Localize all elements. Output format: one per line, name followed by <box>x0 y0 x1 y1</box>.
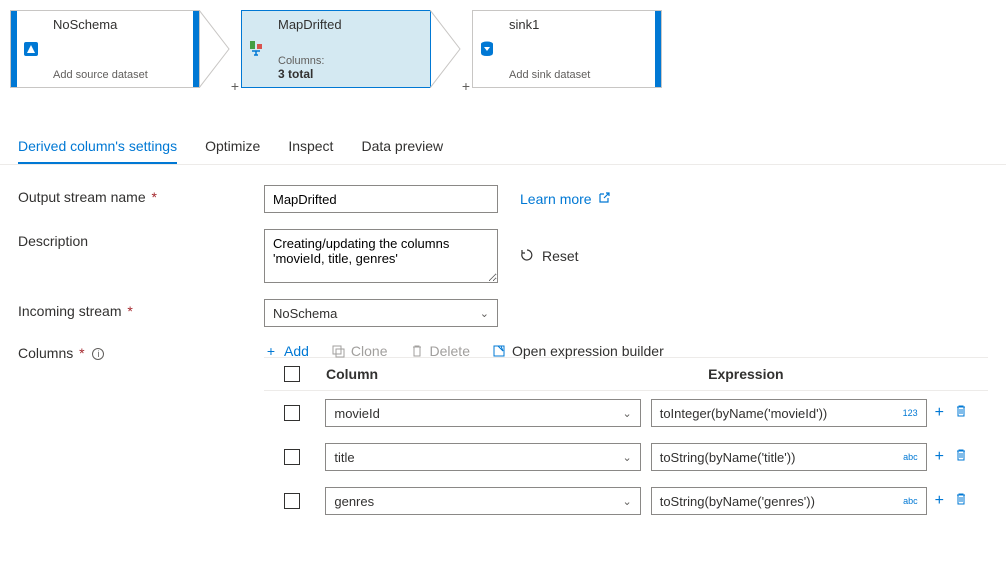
row-checkbox[interactable] <box>284 405 300 421</box>
plus-icon: + <box>264 344 278 358</box>
open-expression-builder-button[interactable]: Open expression builder <box>492 343 664 359</box>
node-sub-value: 3 total <box>278 67 422 81</box>
table-header: Column Expression <box>264 357 988 391</box>
type-badge: 123 <box>903 408 918 418</box>
incoming-stream-select[interactable]: NoSchema ⌄ <box>264 299 498 327</box>
output-stream-input[interactable] <box>264 185 498 213</box>
table-row: genres⌄ toString(byName('genres'))abc + <box>264 479 988 523</box>
columns-table: Column Expression movieId⌄ toInteger(byN… <box>264 357 988 523</box>
column-name-input[interactable]: movieId⌄ <box>325 399 640 427</box>
add-step-button[interactable]: + <box>231 78 239 94</box>
settings-form: Output stream name * Learn more Descript… <box>0 165 1006 543</box>
expression-builder-icon <box>492 344 506 358</box>
chevron-down-icon: ⌄ <box>480 307 489 320</box>
delete-row-button[interactable] <box>954 448 968 467</box>
tab-preview[interactable]: Data preview <box>361 128 443 164</box>
node-subtitle: Add source dataset <box>53 69 185 81</box>
derived-column-icon <box>242 11 270 87</box>
info-icon[interactable]: i <box>92 348 104 360</box>
description-label: Description <box>18 229 264 249</box>
node-title: NoSchema <box>53 17 185 32</box>
expression-input[interactable]: toString(byName('title'))abc <box>651 443 927 471</box>
table-row: title⌄ toString(byName('title'))abc + <box>264 435 988 479</box>
expression-input[interactable]: toInteger(byName('movieId'))123 <box>651 399 927 427</box>
settings-tabs: Derived column's settings Optimize Inspe… <box>0 128 1006 165</box>
node-title: sink1 <box>509 17 647 32</box>
row-checkbox[interactable] <box>284 449 300 465</box>
table-row: movieId⌄ toInteger(byName('movieId'))123… <box>264 391 988 435</box>
columns-label: Columns * i <box>18 341 264 361</box>
column-header-expression: Expression <box>708 366 783 382</box>
sink-icon <box>473 11 501 87</box>
column-name-input[interactable]: title⌄ <box>325 443 640 471</box>
add-row-button[interactable]: + <box>935 492 944 510</box>
type-badge: abc <box>903 452 918 462</box>
node-subtitle: Add sink dataset <box>509 69 647 81</box>
reset-icon <box>520 248 534 265</box>
add-row-button[interactable]: + <box>935 448 944 466</box>
add-column-button[interactable]: + Add <box>264 343 309 359</box>
chevron-down-icon: ⌄ <box>622 451 631 464</box>
node-accent-bar <box>655 11 661 87</box>
output-stream-label: Output stream name * <box>18 185 264 205</box>
chevron-down-icon: ⌄ <box>622 495 631 508</box>
description-textarea[interactable]: Creating/updating the columns 'movieId, … <box>264 229 498 283</box>
column-header-name: Column <box>326 366 378 382</box>
column-name-input[interactable]: genres⌄ <box>325 487 640 515</box>
pipeline-node-source[interactable]: NoSchema Add source dataset <box>10 10 200 88</box>
type-badge: abc <box>903 496 918 506</box>
source-icon <box>17 11 45 87</box>
delete-row-button[interactable] <box>954 404 968 423</box>
reset-button[interactable]: Reset <box>520 248 579 265</box>
pipeline-connector: + <box>199 10 235 88</box>
node-sub-label: Columns: <box>278 55 422 67</box>
delete-row-button[interactable] <box>954 492 968 511</box>
pipeline-node-sink[interactable]: sink1 Add sink dataset <box>472 10 662 88</box>
delete-icon <box>410 344 424 358</box>
delete-column-button[interactable]: Delete <box>410 343 470 359</box>
pipeline-connector: + <box>430 10 466 88</box>
add-row-button[interactable]: + <box>935 404 944 422</box>
tab-settings[interactable]: Derived column's settings <box>18 128 177 164</box>
node-title: MapDrifted <box>278 17 422 32</box>
add-step-button[interactable]: + <box>462 78 470 94</box>
incoming-stream-label: Incoming stream * <box>18 299 264 319</box>
expression-input[interactable]: toString(byName('genres'))abc <box>651 487 927 515</box>
external-link-icon <box>598 191 610 207</box>
tab-optimize[interactable]: Optimize <box>205 128 260 164</box>
tab-inspect[interactable]: Inspect <box>288 128 333 164</box>
chevron-down-icon: ⌄ <box>622 407 631 420</box>
clone-icon <box>331 344 345 358</box>
clone-column-button[interactable]: Clone <box>331 343 388 359</box>
pipeline-canvas: NoSchema Add source dataset + MapDrifted… <box>0 0 1006 98</box>
row-checkbox[interactable] <box>284 493 300 509</box>
learn-more-link[interactable]: Learn more <box>520 191 610 207</box>
pipeline-node-derived[interactable]: MapDrifted Columns: 3 total <box>241 10 431 88</box>
select-all-checkbox[interactable] <box>284 366 300 382</box>
